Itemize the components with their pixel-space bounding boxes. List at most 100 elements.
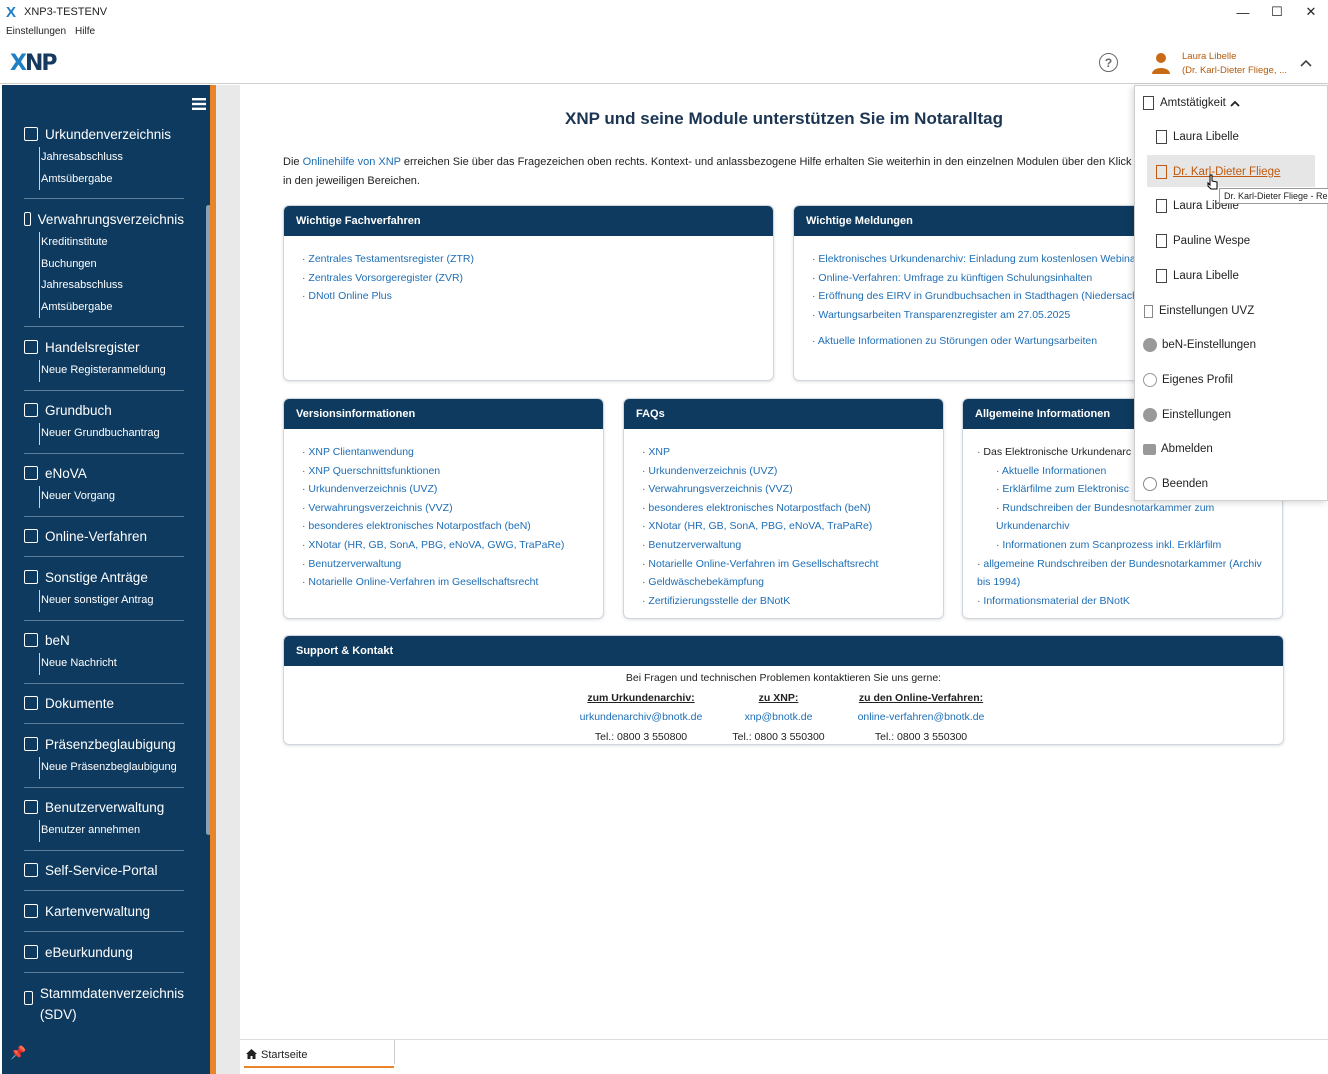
tab-bar: Startseite: [240, 1039, 1328, 1074]
faq-link[interactable]: besonderes elektronisches Notarpostfach …: [642, 499, 943, 518]
sidebar-item-label: Benutzerverwaltung: [45, 799, 165, 815]
sidebar-section: Verwahrungsverzeichnis Kreditinstitute Buc…: [24, 208, 184, 327]
dropdown-item-ben-einstellungen[interactable]: beN-Einstellungen: [1143, 335, 1256, 355]
user-icon[interactable]: [1151, 52, 1171, 74]
dropdown-item-beenden[interactable]: Beenden: [1143, 474, 1208, 494]
sidebar-subitem[interactable]: Jahresabschluss: [39, 147, 184, 169]
sidebar-item-label: Urkundenverzeichnis: [45, 126, 172, 142]
faq-link[interactable]: Geldwäschebekämpfung: [642, 573, 943, 592]
version-link[interactable]: Verwahrungsverzeichnis (VVZ): [302, 499, 603, 518]
faq-link[interactable]: Urkundenverzeichnis (UVZ): [642, 462, 943, 481]
sidebar-subitem[interactable]: Buchungen: [39, 253, 184, 275]
dropdown-item-laura-1[interactable]: Laura Libelle: [1156, 127, 1239, 147]
sidebar-item[interactable]: eNoVA: [24, 462, 184, 484]
sidebar-item[interactable]: beN: [24, 629, 184, 651]
sidebar-subitem[interactable]: Neuer Vorgang: [39, 486, 184, 508]
fachverfahren-link[interactable]: Zentrales Vorsorgeregister (ZVR): [302, 269, 773, 288]
sidebar-item-label: Handelsregister: [45, 339, 140, 355]
sidebar-subitem[interactable]: Kreditinstitute: [39, 232, 184, 254]
version-link[interactable]: XNP Querschnittsfunktionen: [302, 462, 603, 481]
version-link[interactable]: besonderes elektronisches Notarpostfach …: [302, 517, 603, 536]
email-link[interactable]: online-verfahren@bnotk.de: [858, 711, 985, 723]
info-link[interactable]: Informationsmaterial der BNotK: [977, 592, 1282, 611]
sidebar-section: Präsenzbeglaubigung Neue Präsenzbeglaubig…: [24, 733, 184, 788]
version-link[interactable]: XNP Clientanwendung: [302, 443, 603, 462]
bookmark-icon: [1156, 269, 1167, 283]
sidebar-item[interactable]: Präsenzbeglaubigung: [24, 733, 184, 755]
fachverfahren-link[interactable]: Zentrales Testamentsregister (ZTR): [302, 250, 773, 269]
window-title: XNP3-TESTENV: [24, 6, 108, 18]
faq-link[interactable]: XNotar (HR, GB, SonA, PBG, eNoVA, TraPaR…: [642, 517, 943, 536]
sidebar-subitem[interactable]: Neue Nachricht: [39, 653, 184, 675]
module-icon: [24, 529, 38, 543]
sidebar-item[interactable]: Handelsregister: [24, 336, 184, 358]
maximize-button[interactable]: ☐: [1260, 0, 1294, 24]
version-link[interactable]: Benutzerverwaltung: [302, 555, 603, 574]
dropdown-item-einstellungen-uvz[interactable]: Einstellungen UVZ: [1144, 301, 1254, 321]
sidebar-item[interactable]: Verwahrungsverzeichnis: [24, 208, 184, 230]
faq-link[interactable]: Benutzerverwaltung: [642, 536, 943, 555]
info-link[interactable]: Informationen zum Scanprozess inkl. Erkl…: [977, 536, 1282, 555]
sidebar-item[interactable]: Kartenverwaltung: [24, 900, 184, 922]
sidebar: Urkundenverzeichnis Jahresabschluss Amtsüb…: [2, 85, 211, 1074]
sidebar-subitem[interactable]: Neue Registeranmeldung: [39, 360, 184, 382]
sidebar-item[interactable]: Urkundenverzeichnis: [24, 123, 184, 145]
sidebar-subitem[interactable]: Neuer Grundbuchantrag: [39, 423, 184, 445]
close-button[interactable]: ✕: [1294, 0, 1328, 24]
sidebar-subitem[interactable]: Neue Präsenzbeglaubigung: [39, 757, 184, 779]
version-link-list: XNP ClientanwendungXNP Querschnittsfunkt…: [284, 429, 603, 592]
info-link[interactable]: Rundschreiben der Bundesnotarkammer zumU…: [977, 499, 1282, 536]
sidebar-item[interactable]: Self-Service-Portal: [24, 859, 184, 881]
xnp-logo[interactable]: XNP: [10, 51, 57, 76]
email-link[interactable]: xnp@bnotk.de: [745, 711, 813, 723]
user-name[interactable]: Laura Libelle (Dr. Karl-Dieter Fliege, .…: [1182, 50, 1287, 78]
faq-link[interactable]: XNP: [642, 443, 943, 462]
menu-einstellungen[interactable]: Einstellungen: [6, 26, 66, 42]
dropdown-item-pauline[interactable]: Pauline Wespe: [1156, 231, 1250, 251]
bookmark-icon: [1156, 165, 1167, 179]
sidebar-item[interactable]: Stammdatenverzeichnis (SDV): [24, 983, 184, 1025]
sidebar-subitem[interactable]: Jahresabschluss: [39, 275, 184, 297]
version-link[interactable]: XNotar (HR, GB, SonA, PBG, eNoVA, GWG, T…: [302, 536, 603, 555]
gear-icon: [1143, 408, 1157, 422]
sidebar-item[interactable]: Grundbuch: [24, 399, 184, 421]
online-help-link[interactable]: Onlinehilfe von XNP: [303, 156, 401, 168]
sidebar-item-label: Dokumente: [45, 695, 115, 711]
bookmark-icon: [1156, 234, 1167, 248]
faq-link[interactable]: Verwahrungsverzeichnis (VVZ): [642, 480, 943, 499]
faq-link[interactable]: Notarielle Online-Verfahren im Gesellsch…: [642, 555, 943, 574]
sidebar-item[interactable]: Benutzerverwaltung: [24, 796, 184, 818]
bookmark-icon: [1156, 130, 1167, 144]
minimize-button[interactable]: —: [1226, 0, 1260, 24]
tab-startseite[interactable]: Startseite: [244, 1044, 394, 1068]
dropdown-item-abmelden[interactable]: Abmelden: [1143, 439, 1213, 459]
hamburger-icon[interactable]: [192, 97, 207, 114]
faq-link[interactable]: Zertifizierungsstelle der BNotK: [642, 592, 943, 611]
email-link[interactable]: urkundenarchiv@bnotk.de: [580, 711, 703, 723]
gear-icon: [1143, 338, 1157, 352]
info-link[interactable]: allgemeine Rundschreiben der Bundesnotar…: [977, 555, 1282, 592]
fachverfahren-link[interactable]: DNotI Online Plus: [302, 287, 773, 306]
chevron-up-icon[interactable]: [1300, 56, 1312, 70]
sidebar-subitem[interactable]: Amtsübergabe: [39, 296, 184, 318]
pin-icon[interactable]: 📌: [10, 1045, 26, 1061]
version-link[interactable]: Urkundenverzeichnis (UVZ): [302, 480, 603, 499]
sidebar-item[interactable]: eBeurkundung: [24, 941, 184, 963]
dropdown-item-einstellungen[interactable]: Einstellungen: [1143, 405, 1231, 425]
sidebar-item[interactable]: Dokumente: [24, 692, 184, 714]
sidebar-item[interactable]: Sonstige Anträge: [24, 566, 184, 588]
sidebar-section: Handelsregister Neue Registeranmeldung: [24, 336, 184, 391]
sidebar-subitem[interactable]: Amtsübergabe: [39, 168, 184, 190]
menu-bar: Einstellungen Hilfe: [0, 26, 98, 42]
dropdown-item-laura-3[interactable]: Laura Libelle: [1156, 266, 1239, 286]
sidebar-subitem[interactable]: Benutzer annehmen: [39, 820, 184, 842]
help-icon[interactable]: ?: [1099, 53, 1118, 72]
version-link[interactable]: Notarielle Online-Verfahren im Gesellsch…: [302, 573, 603, 592]
sidebar-subitem[interactable]: Neuer sonstiger Antrag: [39, 590, 184, 612]
module-icon: [24, 737, 38, 751]
dropdown-item-eigenes-profil[interactable]: Eigenes Profil: [1143, 370, 1233, 390]
menu-hilfe[interactable]: Hilfe: [75, 26, 95, 42]
sidebar-item[interactable]: Online-Verfahren: [24, 525, 184, 547]
sidebar-section: Grundbuch Neuer Grundbuchantrag: [24, 399, 184, 454]
dropdown-header-amtstaetigkeit[interactable]: Amtstätigkeit: [1143, 93, 1240, 113]
